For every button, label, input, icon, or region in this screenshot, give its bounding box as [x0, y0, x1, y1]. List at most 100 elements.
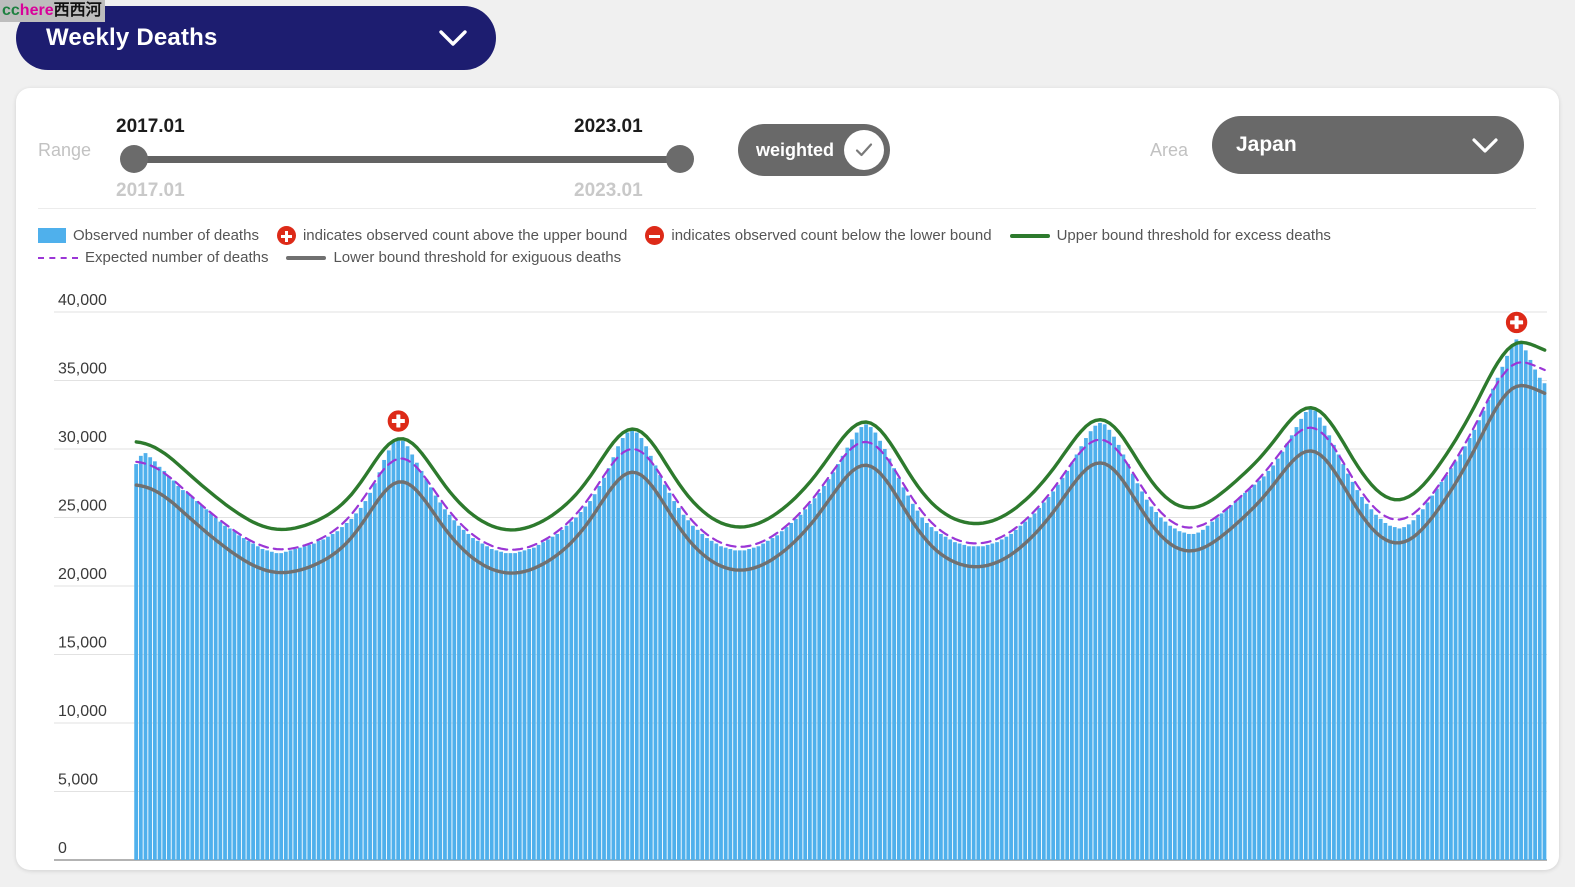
bar	[335, 531, 340, 860]
bar	[803, 509, 808, 860]
bar	[1332, 444, 1336, 860]
bar	[1322, 425, 1327, 860]
bar	[1430, 495, 1435, 860]
bar	[1289, 435, 1294, 860]
chevron-down-icon[interactable]	[436, 21, 470, 55]
bar	[751, 547, 756, 860]
bar	[1467, 438, 1472, 860]
range-slider[interactable]: 2017.01 2023.01 2017.01 2023.01	[116, 116, 696, 201]
watermark-here: here	[19, 2, 54, 19]
bar	[372, 483, 377, 860]
bar	[761, 543, 765, 860]
bar	[705, 538, 709, 860]
bar	[1004, 536, 1009, 860]
bar	[251, 543, 255, 860]
green-line-swatch-icon	[1009, 233, 1050, 238]
bar	[1168, 525, 1173, 860]
bar	[1196, 532, 1201, 860]
bar	[1285, 443, 1290, 860]
bar	[1303, 412, 1308, 860]
slider-handle-max[interactable]	[666, 145, 694, 173]
bar	[1514, 339, 1519, 860]
bar	[269, 551, 274, 860]
bar	[489, 549, 494, 860]
bar	[349, 518, 354, 860]
chevron-down-icon[interactable]	[1468, 128, 1502, 162]
bar	[1481, 410, 1486, 860]
bar	[770, 538, 775, 860]
bar	[138, 455, 143, 860]
bar	[1102, 424, 1107, 860]
bar	[1416, 514, 1421, 860]
bar	[798, 514, 803, 860]
bar	[344, 522, 349, 860]
bar	[1144, 499, 1149, 860]
watermark-cc: cc	[2, 2, 20, 19]
bar	[162, 470, 167, 860]
bar	[1046, 496, 1051, 860]
bar	[1116, 444, 1121, 860]
bar	[1238, 496, 1243, 860]
bar	[508, 553, 513, 860]
bar	[330, 533, 335, 860]
bar	[541, 542, 546, 860]
legend-label: indicates observed count below the lower…	[671, 227, 992, 244]
bar	[854, 432, 859, 860]
legend-item-above-upper: indicates observed count above the upper…	[276, 226, 628, 245]
bar	[466, 533, 471, 860]
bar	[480, 543, 485, 860]
bar	[948, 539, 953, 860]
bar	[1210, 521, 1215, 860]
bar	[990, 543, 995, 860]
bar	[1126, 464, 1130, 860]
bar	[391, 442, 396, 860]
bar	[1519, 342, 1523, 860]
bar	[648, 455, 653, 860]
legend-label: Upper bound threshold for excess deaths	[1056, 227, 1331, 244]
bar	[1055, 484, 1060, 860]
bar	[1439, 481, 1444, 860]
bar	[1360, 496, 1364, 860]
bar	[1182, 532, 1187, 860]
bar	[410, 454, 415, 860]
bar	[887, 458, 892, 860]
bar	[1313, 410, 1318, 860]
bar	[934, 531, 939, 860]
bar	[279, 553, 284, 860]
bar	[807, 503, 812, 860]
bar	[1107, 429, 1112, 860]
bar	[503, 553, 508, 860]
bar	[995, 542, 999, 860]
bar	[578, 512, 583, 860]
slider-track[interactable]	[134, 156, 678, 163]
bar	[1392, 527, 1397, 860]
bar	[784, 527, 789, 860]
legend-item-expected: Expected number of deaths	[38, 249, 268, 266]
bar	[1406, 524, 1411, 860]
bar	[878, 440, 882, 860]
bar	[967, 546, 971, 860]
bar	[1463, 446, 1467, 860]
bar	[204, 509, 209, 860]
bar	[653, 465, 658, 860]
bar	[513, 553, 518, 860]
bar	[429, 487, 433, 860]
legend-label: indicates observed count above the upper…	[302, 227, 628, 244]
bar	[1448, 468, 1453, 860]
bar	[630, 429, 634, 860]
bar	[1317, 417, 1322, 860]
bar	[321, 539, 326, 860]
check-icon[interactable]	[844, 130, 884, 170]
bar	[237, 535, 241, 860]
area-select[interactable]: Japan	[1212, 116, 1524, 174]
range-max-bound: 2023.01	[574, 180, 643, 201]
bar	[307, 544, 312, 860]
slider-handle-min[interactable]	[120, 145, 148, 173]
bar	[255, 546, 260, 860]
weighted-toggle[interactable]: weighted	[738, 124, 890, 176]
bar	[719, 546, 723, 860]
range-min-value: 2017.01	[116, 116, 185, 137]
bar	[1191, 533, 1196, 860]
bar	[1528, 359, 1533, 860]
main-card: Range 2017.01 2023.01 2017.01 2023.01 we…	[16, 88, 1559, 870]
